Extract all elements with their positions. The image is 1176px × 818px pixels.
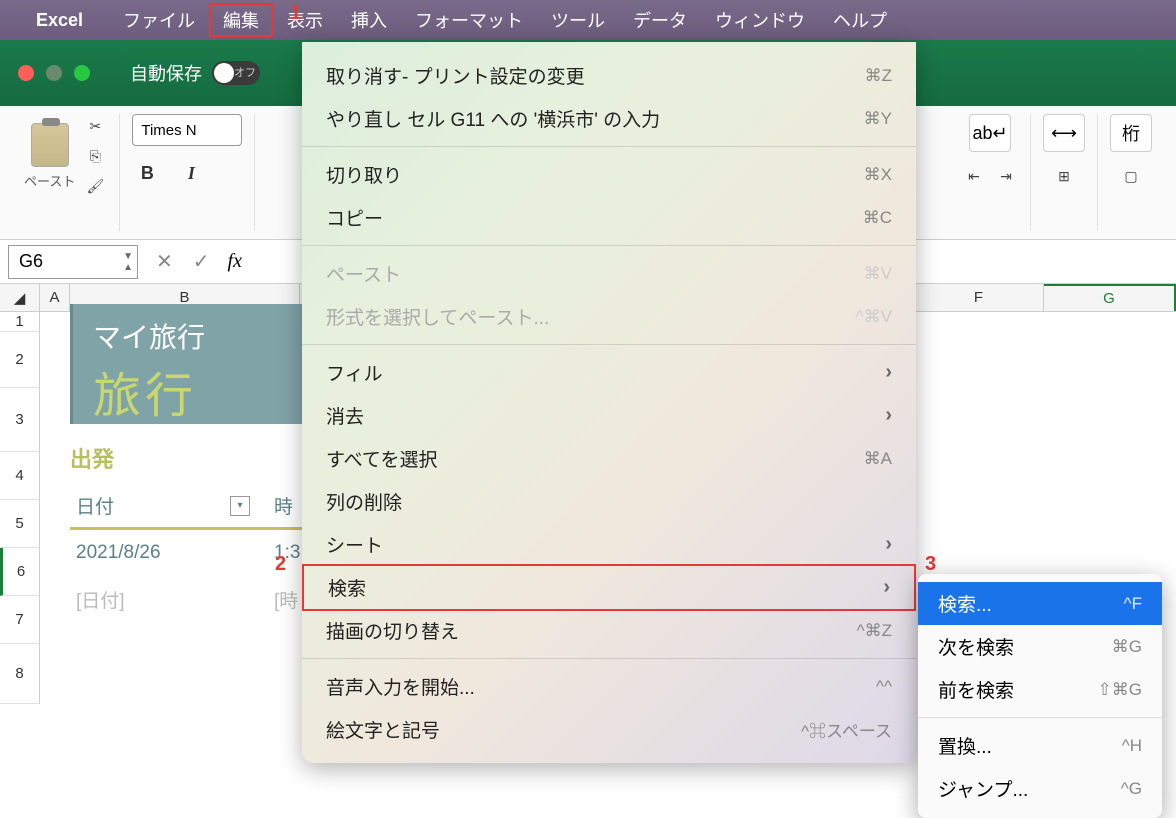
cut-icon[interactable]: ✂ [83, 114, 107, 138]
menu-item[interactable]: 絵文字と記号^⌘スペース [302, 708, 916, 751]
chevron-down-icon[interactable]: ▼▲ [123, 251, 133, 273]
menu-help[interactable]: ヘルプ [819, 3, 901, 37]
menu-item: 形式を選択してペースト...^⌘V [302, 295, 916, 338]
row-header[interactable]: 7 [0, 596, 40, 644]
close-window-icon[interactable] [18, 65, 34, 81]
paste-button[interactable]: ペースト [24, 171, 75, 190]
copy-icon[interactable]: ⎘ [83, 144, 107, 168]
autosave-toggle[interactable]: オフ [212, 61, 260, 85]
menu-item[interactable]: 切り取り⌘X [302, 153, 916, 196]
submenu-item[interactable]: 次を検索⌘G [918, 625, 1162, 668]
annotation-1: 1 [290, 2, 301, 25]
row-header[interactable]: 5 [0, 500, 40, 548]
cancel-formula-icon[interactable]: ✕ [156, 249, 173, 274]
menu-file[interactable]: ファイル [109, 3, 209, 37]
bold-button[interactable]: B [132, 158, 162, 188]
submenu-item[interactable]: ジャンプ...^G [918, 767, 1162, 810]
submenu-item[interactable]: 前を検索⇧⌘G [918, 668, 1162, 711]
menu-item[interactable]: フィル› [302, 351, 916, 394]
filter-dropdown-icon[interactable]: ▾ [230, 496, 250, 516]
menu-view[interactable]: 表示 [273, 3, 337, 37]
minimize-window-icon[interactable] [46, 65, 62, 81]
menu-item[interactable]: 描画の切り替え^⌘Z [302, 609, 916, 652]
col-date-header[interactable]: 日付 ▾ [70, 484, 268, 530]
cell-style-icon[interactable]: ▢ [1119, 164, 1143, 188]
format-painter-icon[interactable]: 🖌 [83, 174, 107, 198]
cell-date[interactable]: 2021/8/26 [70, 530, 268, 576]
col-header-a[interactable]: A [40, 284, 70, 311]
menu-window[interactable]: ウィンドウ [701, 3, 819, 37]
menu-tools[interactable]: ツール [537, 3, 619, 37]
menu-item[interactable]: シート› [302, 523, 916, 566]
menu-insert[interactable]: 挿入 [337, 3, 401, 37]
app-name[interactable]: Excel [36, 10, 83, 31]
find-submenu: 検索...^F次を検索⌘G前を検索⇧⌘G 置換...^Hジャンプ...^G [918, 574, 1162, 818]
menu-bar: Excel ファイル 編集 表示 挿入 フォーマット ツール データ ウィンドウ… [0, 0, 1176, 40]
row-header[interactable]: 8 [0, 644, 40, 704]
menu-item[interactable]: 消去› [302, 394, 916, 437]
name-box[interactable]: G6 ▼▲ [8, 245, 138, 279]
row-header[interactable]: 4 [0, 452, 40, 500]
menu-item[interactable]: コピー⌘C [302, 196, 916, 239]
menu-data[interactable]: データ [619, 3, 701, 37]
decrease-indent-icon[interactable]: ⇤ [962, 164, 986, 188]
menu-item[interactable]: すべてを選択⌘A [302, 437, 916, 480]
menu-item[interactable]: やり直し セル G11 への '横浜市' の入力⌘Y [302, 97, 916, 140]
italic-button[interactable]: I [176, 158, 206, 188]
clipboard-icon [31, 123, 69, 167]
fx-label[interactable]: fx [228, 250, 242, 273]
chevron-right-icon: › [885, 533, 892, 556]
menu-item[interactable]: 検索› [302, 564, 916, 611]
menu-edit[interactable]: 編集 [209, 3, 273, 37]
format-button[interactable]: 桁 [1110, 114, 1152, 152]
edit-menu-dropdown: 取り消す- プリント設定の変更⌘Zやり直し セル G11 への '横浜市' の入… [302, 42, 916, 763]
cell-date-placeholder[interactable]: [日付] [70, 576, 268, 622]
font-name-select[interactable]: Times N [132, 114, 242, 146]
annotation-3: 3 [925, 553, 936, 576]
wrap-text-button[interactable]: ab↵ [969, 114, 1011, 152]
chevron-right-icon: › [885, 361, 892, 384]
menu-item[interactable]: 取り消す- プリント設定の変更⌘Z [302, 54, 916, 97]
autosave-label: 自動保存 [130, 60, 202, 86]
row-header[interactable]: 6 [0, 548, 40, 596]
col-header-g[interactable]: G [1044, 284, 1176, 311]
submenu-item[interactable]: 置換...^H [918, 724, 1162, 767]
select-all-corner[interactable]: ◢ [0, 284, 40, 311]
cell-reference: G6 [19, 251, 43, 272]
menu-item[interactable]: 列の削除 [302, 480, 916, 523]
row-header[interactable]: 3 [0, 388, 40, 452]
chevron-right-icon: › [885, 404, 892, 427]
menu-format[interactable]: フォーマット [401, 3, 537, 37]
menu-item: ペースト⌘V [302, 252, 916, 295]
increase-indent-icon[interactable]: ⇥ [994, 164, 1018, 188]
row-header[interactable]: 1 [0, 312, 40, 332]
merge-cells-icon[interactable]: ⊞ [1052, 164, 1076, 188]
confirm-formula-icon[interactable]: ✓ [193, 249, 210, 274]
annotation-2: 2 [275, 553, 286, 576]
chevron-right-icon: › [883, 576, 890, 599]
row-header[interactable]: 2 [0, 332, 40, 388]
menu-item[interactable]: 音声入力を開始...^^ [302, 665, 916, 708]
submenu-item[interactable]: 検索...^F [918, 582, 1162, 625]
zoom-window-icon[interactable] [74, 65, 90, 81]
merge-button[interactable]: ⟷ [1043, 114, 1085, 152]
col-header-f[interactable]: F [914, 284, 1044, 311]
traffic-lights [18, 65, 90, 81]
